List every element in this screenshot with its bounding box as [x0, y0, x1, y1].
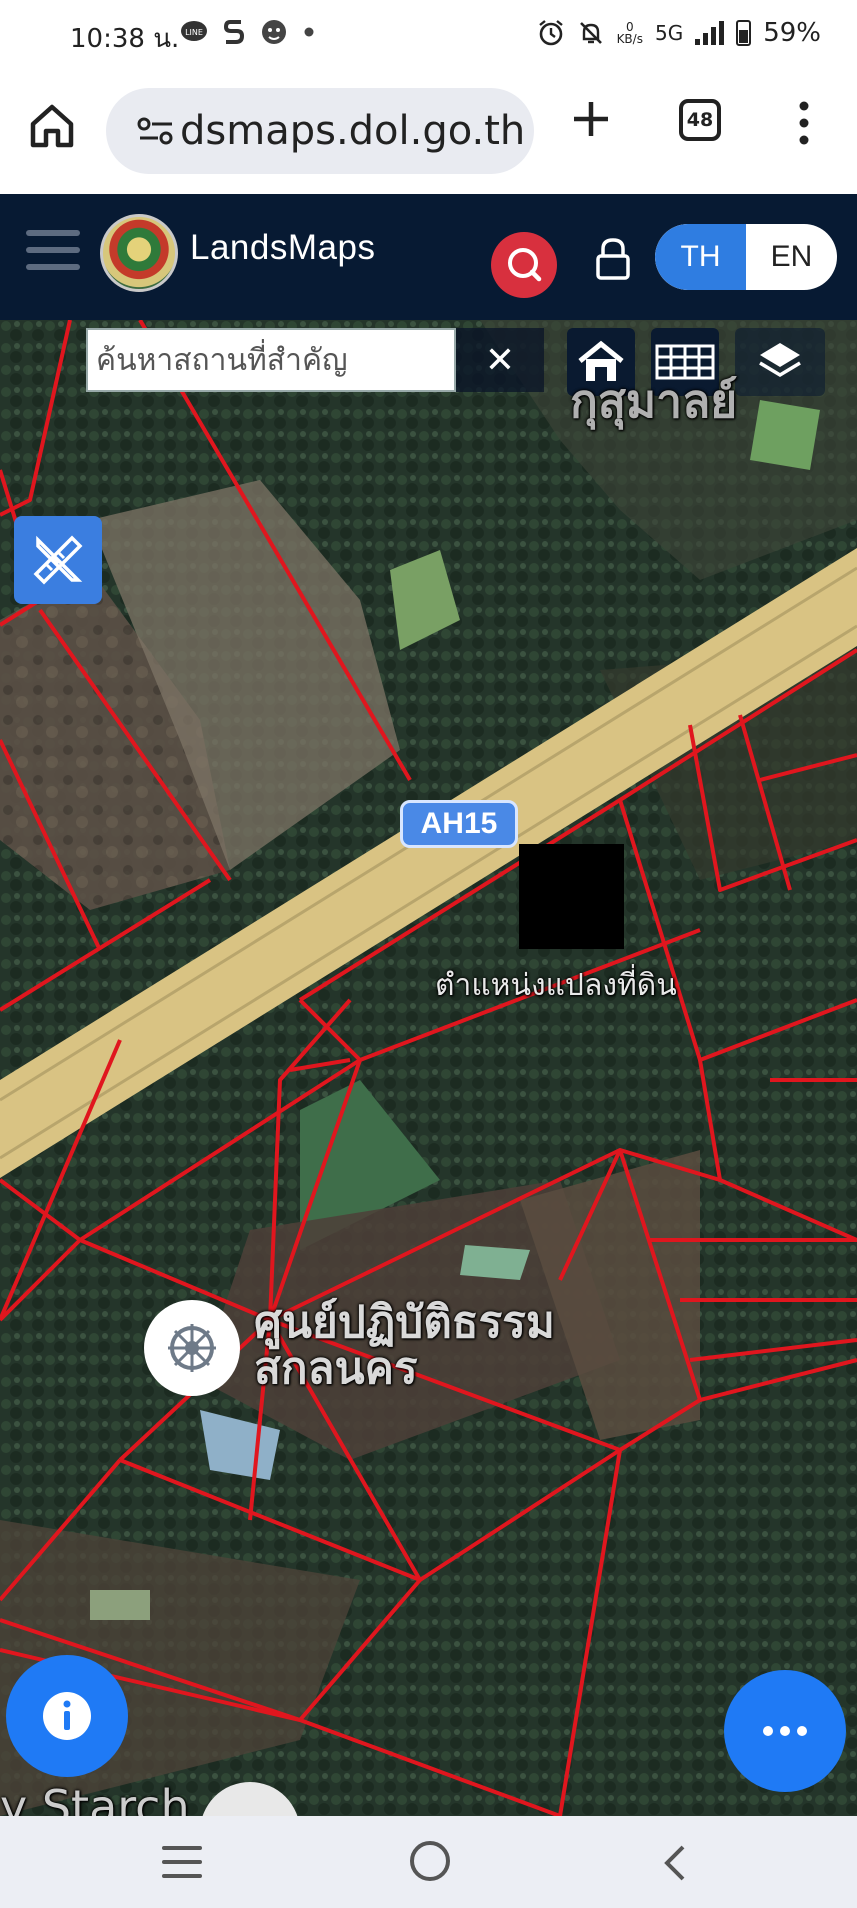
signal-icon	[695, 21, 725, 45]
home-icon[interactable]	[28, 102, 76, 150]
clear-search-button[interactable]: ✕	[456, 328, 544, 392]
ruler-pencil-icon	[33, 535, 83, 585]
search-icon	[508, 248, 542, 282]
poi-label: ศูนย์ปฏิบัติธรรม สกลนคร	[254, 1300, 555, 1392]
nav-home-icon[interactable]	[410, 1841, 450, 1881]
status-time: 10:38 น.	[70, 24, 180, 54]
starch-label: y Starch	[0, 1780, 190, 1816]
alarm-icon	[538, 20, 563, 46]
back-icon[interactable]	[655, 1843, 695, 1883]
more-options-button[interactable]	[724, 1670, 846, 1792]
dot-icon	[304, 27, 314, 37]
poi-label-line1: ศูนย์ปฏิบัติธรรม	[254, 1297, 555, 1348]
svg-text:LINE: LINE	[185, 28, 203, 37]
layers-icon	[759, 343, 801, 378]
search-button[interactable]	[491, 232, 557, 298]
tab-switcher-button[interactable]: 48	[679, 99, 721, 141]
brand-title: LandsMaps	[190, 228, 376, 267]
recent-apps-icon[interactable]	[162, 1846, 202, 1880]
layers-button[interactable]	[735, 328, 825, 396]
kebab-menu-icon[interactable]	[792, 98, 816, 148]
status-bar: 10:38 น. LINE 0 KB/s 5G 59%	[0, 0, 857, 72]
parcel-marker[interactable]	[519, 844, 624, 949]
network-type: 5G	[654, 21, 684, 45]
app-s-icon	[223, 20, 245, 44]
app-header: LandsMaps TH EN	[0, 194, 857, 320]
language-toggle[interactable]: TH EN	[655, 224, 837, 290]
map-view[interactable]: ✕ กุสุมาลย์ AH15 ตำแหน่งแปลงที่ดิน ศูนย์…	[0, 320, 857, 1816]
new-tab-icon[interactable]	[570, 98, 612, 140]
more-dots-icon	[763, 1726, 807, 1736]
lang-th-button[interactable]: TH	[655, 224, 746, 290]
battery-icon	[736, 20, 752, 46]
data-speed: 0 KB/s	[617, 21, 643, 45]
avatar-app-icon	[262, 20, 286, 44]
place-search-box[interactable]	[86, 328, 456, 392]
info-icon	[43, 1692, 91, 1740]
measure-tool-button[interactable]	[14, 516, 102, 604]
notification-icons: LINE	[180, 18, 316, 46]
poi-label-line2: สกลนคร	[254, 1343, 418, 1394]
satellite-map[interactable]	[0, 320, 857, 1816]
browser-toolbar: dsmaps.dol.go.th 48	[0, 72, 857, 194]
line-app-icon: LINE	[181, 21, 207, 41]
speed-unit: KB/s	[616, 32, 643, 46]
address-bar[interactable]: dsmaps.dol.go.th	[106, 88, 534, 174]
info-button[interactable]	[6, 1655, 128, 1777]
temple-label: กุสุมาลย์	[570, 374, 738, 428]
battery-percent: 59%	[763, 18, 821, 48]
status-right: 0 KB/s 5G 59%	[537, 18, 821, 48]
lang-en-button[interactable]: EN	[746, 224, 837, 290]
mute-icon	[579, 22, 602, 44]
dharma-wheel-icon[interactable]	[144, 1300, 240, 1396]
lock-icon[interactable]	[592, 236, 634, 282]
site-settings-icon[interactable]	[136, 116, 176, 146]
road-shield: AH15	[400, 800, 518, 848]
hamburger-menu-icon[interactable]	[26, 230, 80, 270]
dol-logo	[100, 214, 178, 292]
system-nav-bar	[0, 1816, 857, 1908]
url-text[interactable]: dsmaps.dol.go.th	[180, 108, 526, 154]
parcel-location-label: ตำแหน่งแปลงที่ดิน	[435, 968, 677, 1003]
place-search-input[interactable]	[88, 330, 454, 390]
wheel-glyph	[168, 1324, 216, 1372]
